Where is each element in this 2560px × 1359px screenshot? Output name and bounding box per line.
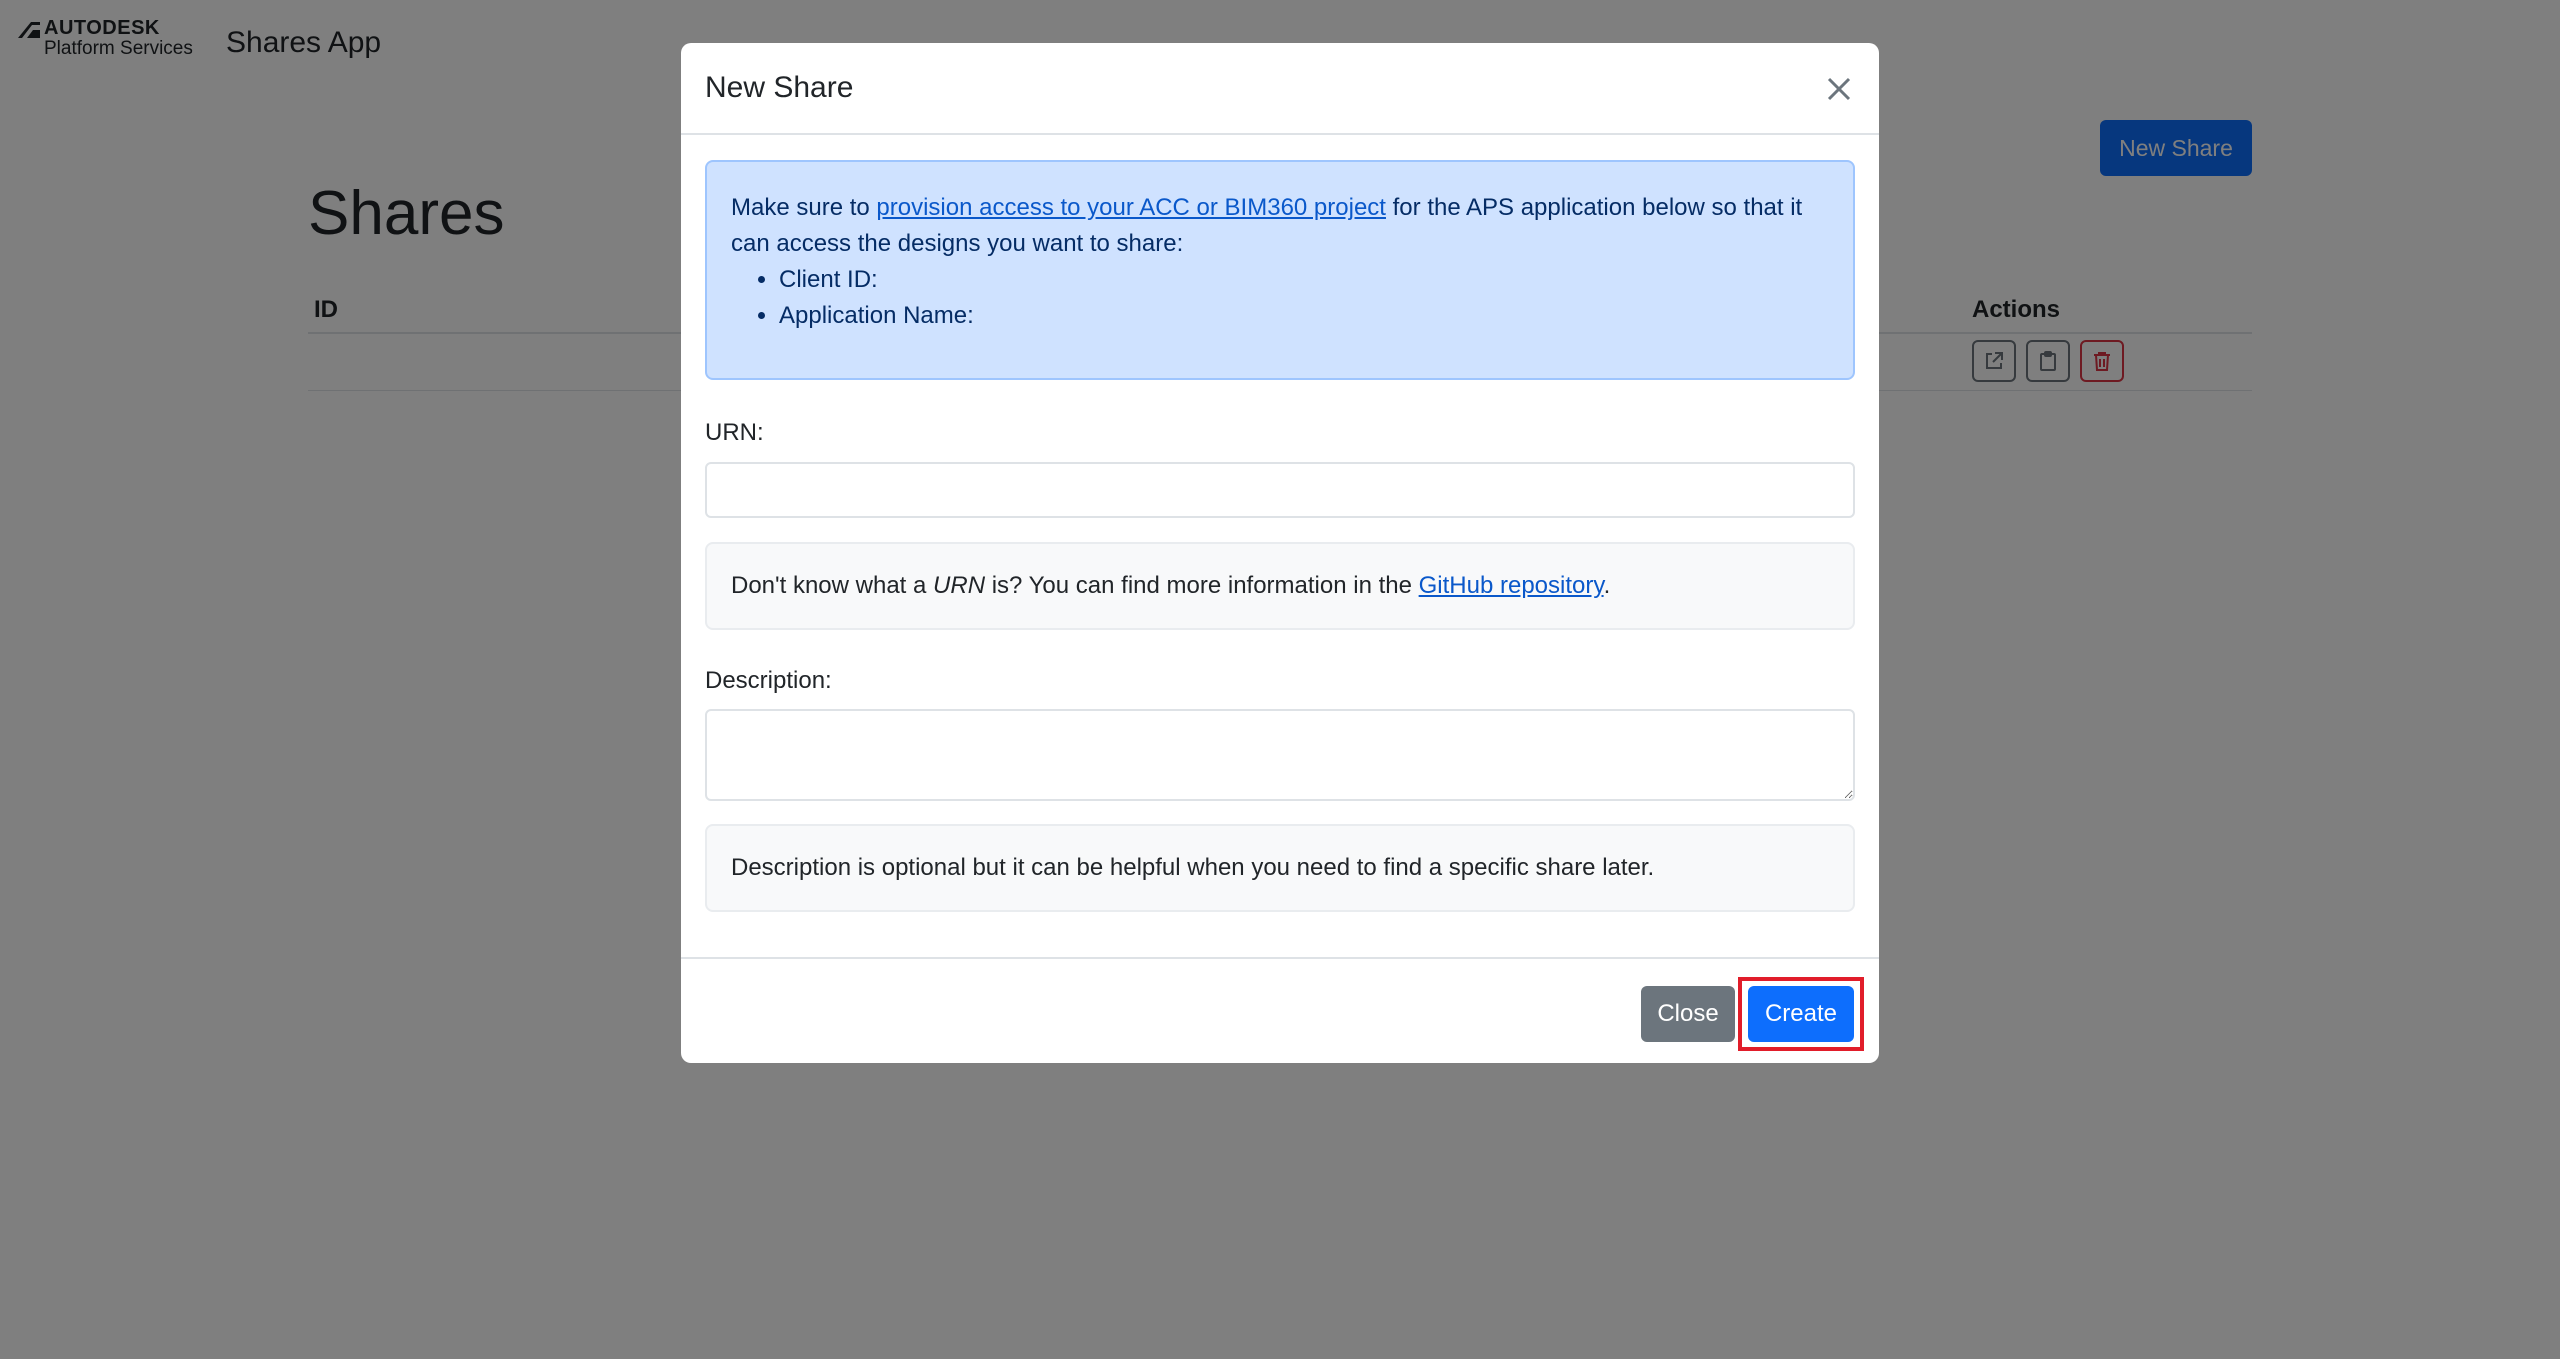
urn-help: Don't know what a URN is? You can find m… (705, 542, 1855, 630)
urn-label: URN: (705, 419, 764, 446)
modal-footer: Close Create (681, 957, 1879, 1063)
application-name-item: Application Name: (779, 298, 1829, 334)
urn-input[interactable] (705, 462, 1855, 518)
urn-help-emphasis: URN (933, 572, 986, 599)
urn-help-middle: is? You can find more information in the (985, 572, 1419, 599)
provision-info-alert: Make sure to provision access to your AC… (705, 160, 1855, 380)
modal-title: New Share (705, 71, 854, 104)
info-prefix: Make sure to (731, 194, 877, 221)
urn-help-suffix: . (1603, 572, 1611, 599)
app-info-list: Client ID: Application Name: (731, 262, 1829, 334)
modal-header: New Share (681, 43, 1879, 135)
description-label: Description: (705, 667, 832, 694)
provision-info-text: Make sure to provision access to your AC… (731, 190, 1829, 262)
description-help: Description is optional but it can be he… (705, 824, 1855, 912)
description-textarea[interactable] (705, 709, 1855, 801)
close-button[interactable]: Close (1641, 986, 1735, 1042)
modal-close-button[interactable] (1819, 69, 1859, 109)
urn-help-prefix: Don't know what a (731, 572, 934, 599)
new-share-modal: New Share Make sure to provision access … (681, 43, 1879, 1063)
github-repository-link[interactable]: GitHub repository (1419, 572, 1604, 599)
client-id-item: Client ID: (779, 262, 1829, 298)
create-button[interactable]: Create (1748, 986, 1854, 1042)
close-icon (1827, 77, 1851, 101)
provision-access-link[interactable]: provision access to your ACC or BIM360 p… (876, 194, 1386, 221)
